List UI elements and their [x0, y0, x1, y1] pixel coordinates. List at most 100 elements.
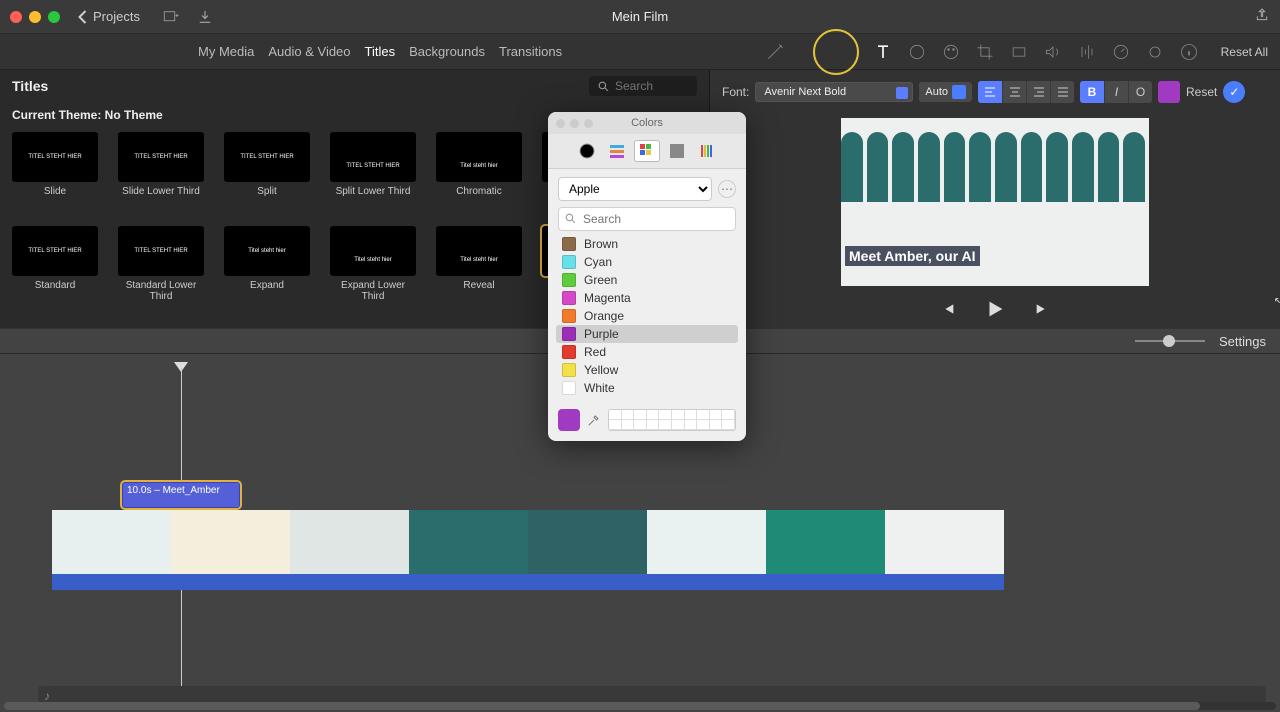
color-list-item[interactable]: Cyan: [556, 253, 738, 271]
browser-heading: Titles: [12, 78, 48, 94]
preview-title-text[interactable]: Meet Amber, our AI: [845, 246, 980, 266]
color-list-item[interactable]: Brown: [556, 235, 738, 253]
color-search: [558, 207, 736, 231]
palette-gear-icon[interactable]: ⋯: [718, 180, 736, 198]
color-mode-tabs: [548, 134, 746, 169]
zoom-window-dot[interactable]: [48, 11, 60, 23]
outline-button[interactable]: O: [1128, 81, 1152, 103]
zoom-slider[interactable]: [1135, 334, 1205, 348]
crop-icon[interactable]: [975, 42, 995, 62]
speed-icon[interactable]: [1111, 42, 1131, 62]
saved-swatches-grid[interactable]: [608, 409, 736, 431]
color-pencils-tab[interactable]: [694, 140, 720, 162]
tab-my-media[interactable]: My Media: [198, 44, 254, 59]
palette-dropdown[interactable]: Apple: [558, 177, 712, 201]
color-correct-icon[interactable]: [907, 42, 927, 62]
align-right-button[interactable]: [1026, 81, 1050, 103]
equalizer-icon[interactable]: [1077, 42, 1097, 62]
text-inspector-icon[interactable]: [873, 42, 893, 62]
video-track[interactable]: [52, 510, 1004, 574]
browser-search-input[interactable]: [615, 79, 685, 93]
eyedropper-icon[interactable]: [586, 412, 602, 428]
tab-audio-video[interactable]: Audio & Video: [268, 44, 350, 59]
timeline-settings-button[interactable]: Settings: [1219, 334, 1266, 349]
color-list-item[interactable]: Purple: [556, 325, 738, 343]
popover-min-dot[interactable]: [570, 119, 579, 128]
align-left-button[interactable]: [978, 81, 1002, 103]
search-icon: [564, 212, 577, 225]
color-list: BrownCyanGreenMagentaOrangePurpleRedYell…: [556, 235, 738, 397]
color-list-item[interactable]: Orange: [556, 307, 738, 325]
bold-button[interactable]: B: [1080, 81, 1104, 103]
close-window-dot[interactable]: [10, 11, 22, 23]
tab-transitions[interactable]: Transitions: [499, 44, 562, 59]
title-thumbnail[interactable]: TITEL STEHT HIERSlide: [12, 132, 98, 208]
colors-footer: [548, 403, 746, 441]
italic-button[interactable]: I: [1104, 81, 1128, 103]
share-button[interactable]: [1254, 7, 1270, 26]
back-to-projects[interactable]: Projects: [78, 9, 140, 24]
align-center-button[interactable]: [1002, 81, 1026, 103]
project-title: Mein Film: [612, 9, 668, 24]
title-thumbnail[interactable]: Titel steht hierExpand: [224, 226, 310, 302]
color-search-input[interactable]: [558, 207, 736, 231]
fullscreen-icon[interactable]: [1273, 296, 1280, 312]
title-thumbnail[interactable]: TITEL STEHT HIERSplit Lower Third: [330, 132, 416, 208]
projects-label: Projects: [93, 9, 140, 24]
prev-frame-icon[interactable]: [940, 301, 956, 317]
volume-icon[interactable]: [1043, 42, 1063, 62]
colors-popover: Colors Apple ⋯ BrownCyanGreenMagentaOran…: [548, 112, 746, 441]
color-list-item[interactable]: White: [556, 379, 738, 397]
color-palette-icon[interactable]: [941, 42, 961, 62]
text-color-swatch[interactable]: [1158, 81, 1180, 103]
color-spectrum-tab[interactable]: [664, 140, 690, 162]
color-wheel-tab[interactable]: [574, 140, 600, 162]
font-size-select[interactable]: Auto: [919, 82, 972, 102]
effects-icon[interactable]: [1145, 42, 1165, 62]
font-controls-row: Font: Avenir Next Bold Auto B I O Reset …: [722, 76, 1268, 108]
import-media-icon[interactable]: [162, 8, 180, 26]
title-thumbnail[interactable]: Titel steht hierChromatic: [436, 132, 522, 208]
minimize-window-dot[interactable]: [29, 11, 41, 23]
play-icon[interactable]: [984, 298, 1006, 320]
download-icon[interactable]: [196, 8, 214, 26]
preview-canvas[interactable]: Meet Amber, our AI: [841, 118, 1149, 286]
preview-graphic: [841, 132, 1149, 212]
color-list-item[interactable]: Magenta: [556, 289, 738, 307]
browser-search[interactable]: [589, 76, 697, 96]
popover-close-dot[interactable]: [556, 119, 565, 128]
color-list-item[interactable]: Green: [556, 271, 738, 289]
color-list-item[interactable]: Yellow: [556, 361, 738, 379]
apply-button[interactable]: ✓: [1223, 81, 1245, 103]
text-inspector: Font: Avenir Next Bold Auto B I O Reset …: [710, 70, 1280, 328]
title-thumbnail[interactable]: TITEL STEHT HIERSplit: [224, 132, 310, 208]
color-list-item[interactable]: Red: [556, 343, 738, 361]
title-thumbnail[interactable]: Titel steht hierExpand Lower Third: [330, 226, 416, 302]
popover-zoom-dot[interactable]: [584, 119, 593, 128]
reset-text-button[interactable]: Reset: [1186, 85, 1217, 99]
preview-area: Meet Amber, our AI: [722, 108, 1268, 322]
window-titlebar: Projects Mein Film: [0, 0, 1280, 34]
title-thumbnail[interactable]: Titel steht hierReveal: [436, 226, 522, 302]
font-family-select[interactable]: Avenir Next Bold: [755, 82, 913, 102]
magic-wand-icon[interactable]: [765, 42, 785, 62]
color-palette-tab[interactable]: [634, 140, 660, 162]
font-label: Font:: [722, 85, 749, 99]
color-sliders-tab[interactable]: [604, 140, 630, 162]
search-icon: [597, 80, 610, 93]
timeline-title-clip[interactable]: 10.0s – Meet_Amber: [122, 482, 240, 508]
reset-all-button[interactable]: Reset All: [1221, 45, 1268, 59]
next-frame-icon[interactable]: [1034, 301, 1050, 317]
align-justify-button[interactable]: [1050, 81, 1074, 103]
current-color-swatch[interactable]: [558, 409, 580, 431]
tab-backgrounds[interactable]: Backgrounds: [409, 44, 485, 59]
audio-waveform[interactable]: [52, 574, 1004, 590]
stabilize-icon[interactable]: [1009, 42, 1029, 62]
title-thumbnail[interactable]: TITEL STEHT HIERStandard Lower Third: [118, 226, 204, 302]
timeline-scrollbar[interactable]: [4, 702, 1276, 710]
info-icon[interactable]: [1179, 42, 1199, 62]
title-thumbnail[interactable]: TITEL STEHT HIERSlide Lower Third: [118, 132, 204, 208]
tab-titles[interactable]: Titles: [365, 44, 396, 59]
title-thumbnail[interactable]: TITEL STEHT HIERStandard: [12, 226, 98, 302]
chevron-left-icon: [78, 10, 87, 24]
